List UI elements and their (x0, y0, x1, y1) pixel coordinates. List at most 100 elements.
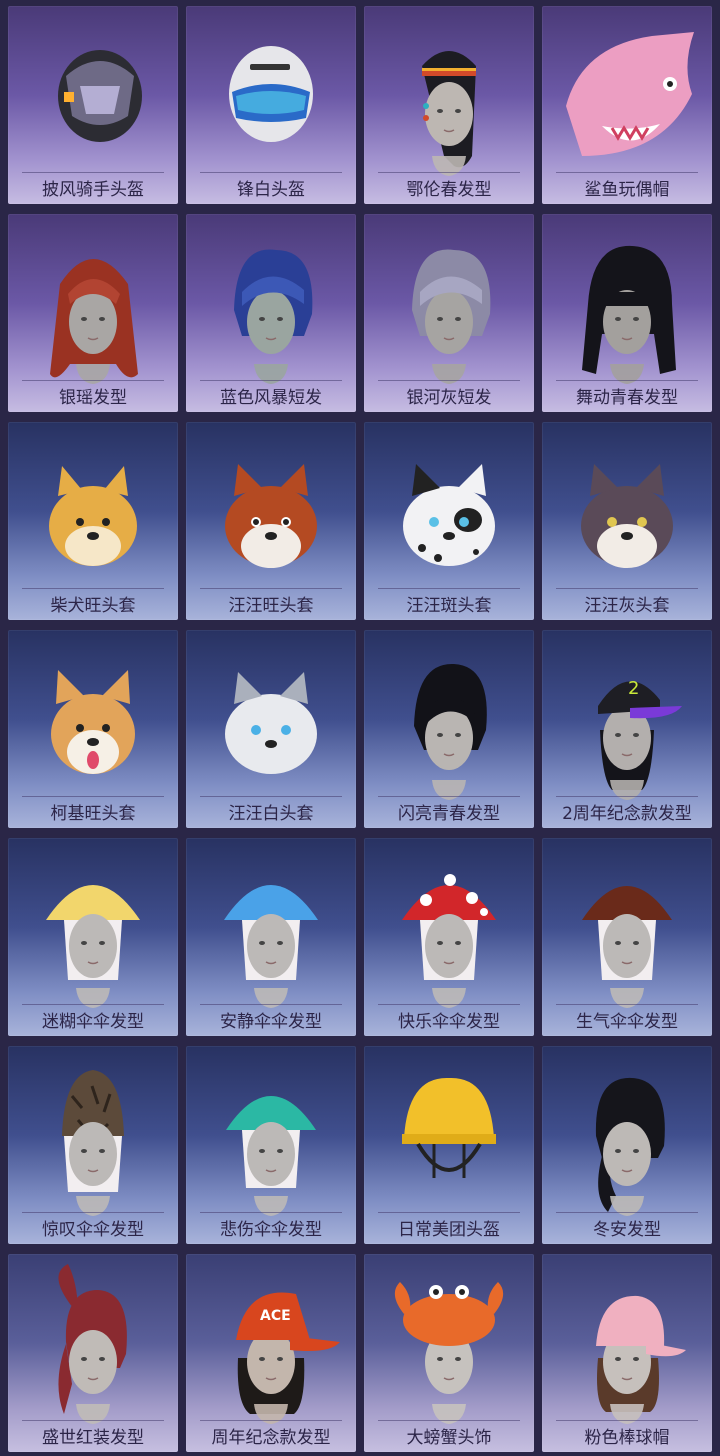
card-divider (556, 1420, 698, 1421)
item-card-mush-brown[interactable]: 生气伞伞发型 (542, 838, 712, 1036)
card-divider (200, 588, 342, 589)
mush-morel-icon (62, 1070, 124, 1216)
card-divider (556, 1212, 698, 1213)
svg-text:ACE: ACE (260, 1308, 291, 1324)
item-card-dog-dalmatian[interactable]: 汪汪斑头套 (364, 422, 534, 620)
item-card-dog-shiba[interactable]: 柴犬旺头套 (8, 422, 178, 620)
item-card-cap-purple[interactable]: 2 2周年纪念款发型 (542, 630, 712, 828)
item-card-mush-red[interactable]: 快乐伞伞发型 (364, 838, 534, 1036)
card-divider (22, 172, 164, 173)
hair-short-black-icon (414, 663, 487, 800)
shark-icon (566, 32, 694, 156)
mush-blue-icon (224, 885, 318, 1008)
item-card-shark[interactable]: 鲨鱼玩偶帽 (542, 6, 712, 204)
item-card-hair-red-ponytail[interactable]: 盛世红装发型 (8, 1254, 178, 1452)
item-card-dog-corgi[interactable]: 柯基旺头套 (8, 630, 178, 828)
dog-corgi-icon (51, 670, 135, 774)
dog-red-icon (225, 464, 317, 568)
item-label: 悲伤伞伞发型 (220, 1220, 322, 1240)
item-label: 舞动青春发型 (576, 388, 678, 408)
item-card-hair-black-bangs[interactable]: 舞动青春发型 (542, 214, 712, 412)
cap-orange-icon: ACE (236, 1292, 340, 1424)
dog-dalmatian-icon (403, 464, 495, 566)
item-card-helmet-white[interactable]: 锋白头盔 (186, 6, 356, 204)
hair-black-bangs-icon (582, 245, 676, 384)
crab-icon (394, 1282, 504, 1424)
item-label: 汪汪灰头套 (584, 596, 670, 616)
item-label: 冬安发型 (593, 1220, 661, 1240)
item-label: 周年纪念款发型 (211, 1428, 331, 1448)
item-card-mush-teal[interactable]: 悲伤伞伞发型 (186, 1046, 356, 1244)
item-label: 大螃蟹头饰 (406, 1428, 492, 1448)
mush-brown-icon (582, 886, 672, 1008)
item-label: 2周年纪念款发型 (562, 804, 692, 824)
item-label: 柴犬旺头套 (50, 596, 136, 616)
mush-red-icon (402, 874, 496, 1008)
item-label: 鄂伦春发型 (406, 180, 492, 200)
card-divider (378, 1212, 520, 1213)
card-divider (378, 172, 520, 173)
card-divider (200, 1004, 342, 1005)
item-label: 粉色棒球帽 (584, 1428, 670, 1448)
item-label: 锋白头盔 (237, 180, 305, 200)
item-card-hair-long-red[interactable]: 银瑶发型 (8, 214, 178, 412)
item-card-dog-red[interactable]: 汪汪旺头套 (186, 422, 356, 620)
card-divider (200, 380, 342, 381)
item-label: 汪汪旺头套 (228, 596, 314, 616)
item-label: 蓝色风暴短发 (220, 388, 322, 408)
hair-bob-gray-icon (412, 249, 491, 384)
item-card-hair-bob-blue[interactable]: 蓝色风暴短发 (186, 214, 356, 412)
item-label: 鲨鱼玩偶帽 (584, 180, 670, 200)
item-label: 银河灰短发 (406, 388, 492, 408)
card-divider (22, 380, 164, 381)
item-label: 盛世红装发型 (42, 1428, 144, 1448)
item-label: 日常美团头盔 (398, 1220, 500, 1240)
item-card-mush-morel[interactable]: 惊叹伞伞发型 (8, 1046, 178, 1244)
item-card-helmet-dark[interactable]: 披风骑手头盔 (8, 6, 178, 204)
item-label: 生气伞伞发型 (576, 1012, 678, 1032)
helmet-dark-icon (58, 50, 142, 142)
card-divider (22, 1212, 164, 1213)
card-divider (556, 1004, 698, 1005)
helmet-white-icon (229, 46, 313, 142)
item-label: 惊叹伞伞发型 (42, 1220, 144, 1240)
hair-long-red-icon (50, 259, 138, 384)
dog-gray-icon (581, 464, 673, 568)
item-card-mush-yellow[interactable]: 迷糊伞伞发型 (8, 838, 178, 1036)
card-divider (22, 588, 164, 589)
item-card-helmet-yellow[interactable]: 日常美团头盔 (364, 1046, 534, 1244)
hair-black-ponytail-icon (595, 1077, 665, 1216)
mush-teal-icon (226, 1096, 316, 1216)
item-card-crab[interactable]: 大螃蟹头饰 (364, 1254, 534, 1452)
item-card-cap-orange[interactable]: ACE 周年纪念款发型 (186, 1254, 356, 1452)
item-card-dog-gray[interactable]: 汪汪灰头套 (542, 422, 712, 620)
item-card-dog-white[interactable]: 汪汪白头套 (186, 630, 356, 828)
card-divider (378, 1420, 520, 1421)
card-divider (200, 1420, 342, 1421)
svg-text:2: 2 (628, 678, 639, 699)
item-label: 银瑶发型 (59, 388, 127, 408)
item-card-hair-bob-gray[interactable]: 银河灰短发 (364, 214, 534, 412)
hair-braid-icon (422, 51, 476, 176)
card-divider (22, 1420, 164, 1421)
cap-pink-icon (596, 1295, 686, 1424)
card-divider (378, 588, 520, 589)
card-divider (378, 1004, 520, 1005)
card-divider (556, 172, 698, 173)
item-label: 汪汪斑头套 (406, 596, 492, 616)
hair-bob-blue-icon (234, 249, 313, 384)
card-divider (22, 1004, 164, 1005)
helmet-yellow-icon (402, 1077, 496, 1178)
item-label: 快乐伞伞发型 (398, 1012, 500, 1032)
hair-red-ponytail-icon (58, 1264, 127, 1424)
item-card-cap-pink[interactable]: 粉色棒球帽 (542, 1254, 712, 1452)
item-card-hair-short-black[interactable]: 闪亮青春发型 (364, 630, 534, 828)
dog-shiba-icon (49, 466, 137, 566)
item-card-hair-braid[interactable]: 鄂伦春发型 (364, 6, 534, 204)
card-divider (556, 588, 698, 589)
item-card-hair-black-ponytail[interactable]: 冬安发型 (542, 1046, 712, 1244)
item-card-mush-blue[interactable]: 安静伞伞发型 (186, 838, 356, 1036)
cap-purple-icon: 2 (598, 678, 682, 800)
dog-white-icon (225, 672, 317, 774)
item-grid: 披风骑手头盔 锋白头盔 鄂伦春发型 鲨鱼玩偶帽 银瑶发型 蓝色风暴短发 银河灰短… (0, 0, 720, 1456)
